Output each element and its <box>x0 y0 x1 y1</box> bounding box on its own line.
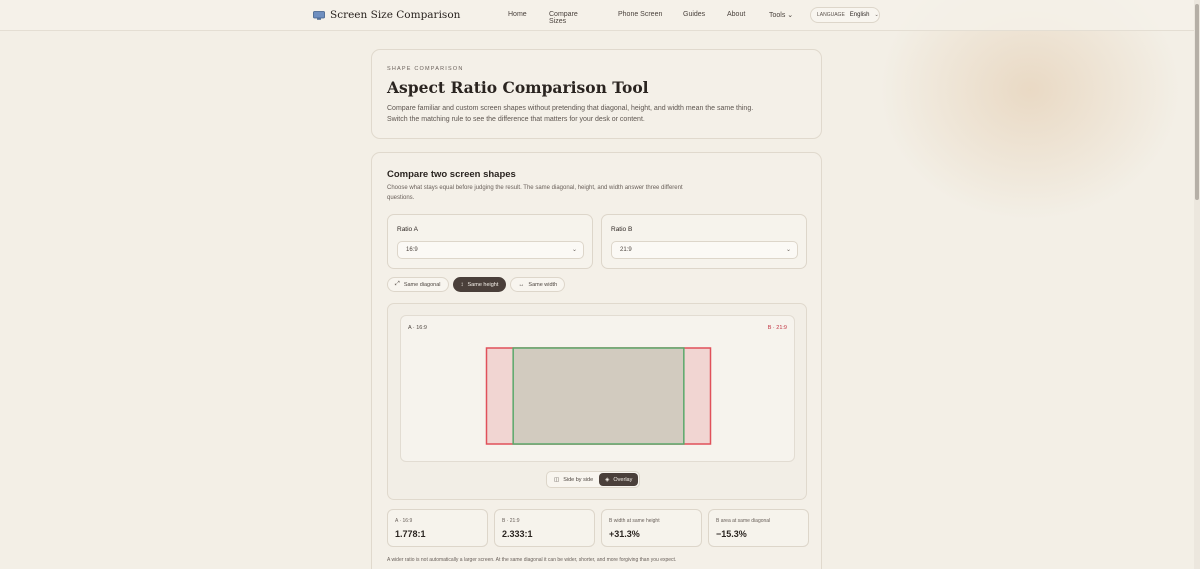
hero-description: Compare familiar and custom screen shape… <box>387 105 754 123</box>
ratio-b-label: Ratio B <box>611 226 633 233</box>
nav-tools[interactable]: Tools ⌄ <box>769 11 793 19</box>
horizontal-arrows-icon: ↔ <box>518 281 525 288</box>
view-label: Side by side <box>563 476 594 483</box>
stat-card: B area at same diagonal −15.3% <box>708 509 809 547</box>
mode-same-width[interactable]: ↔ Same width <box>510 277 566 292</box>
nav-guides[interactable]: Guides <box>683 11 705 18</box>
view-label: Overlay <box>613 476 633 483</box>
tool-card: Compare two screen shapes Choose what st… <box>371 152 822 569</box>
comparison-visual: A · 16:9 B · 21:9 ◫ Side by side ◈ Overl… <box>387 303 807 500</box>
ratio-a-box: Ratio A 16:9 ⌄ <box>387 214 593 269</box>
language-label: LANGUAGE <box>817 12 845 18</box>
ratio-a-select[interactable]: 16:9 ⌄ <box>397 241 584 259</box>
chevron-down-icon: ⌄ <box>571 247 577 253</box>
nav-tools-label: Tools <box>769 12 786 19</box>
nav-phone-screen[interactable]: Phone Screen <box>618 11 662 18</box>
view-overlay[interactable]: ◈ Overlay <box>599 473 639 486</box>
eyebrow: SHAPE COMPARISON <box>387 66 464 72</box>
ratio-a-value: 16:9 <box>406 247 418 253</box>
stats-row: A · 16:9 1.778:1 B · 21:9 2.333:1 B widt… <box>387 509 809 547</box>
footnote: A wider ratio is not automatically a lar… <box>387 557 677 563</box>
stat-value: +31.3% <box>609 529 640 539</box>
layers-icon: ◈ <box>605 476 610 483</box>
chevron-down-icon: ⌄ <box>787 12 794 19</box>
chevron-down-icon: ⌄ <box>785 247 791 253</box>
brand-name: Screen Size Comparison <box>330 9 461 21</box>
mode-label: Same width <box>528 281 558 288</box>
diagonal-arrows-icon: ⤢ <box>395 281 400 287</box>
ratio-b-box: Ratio B 21:9 ⌄ <box>601 214 807 269</box>
view-side-by-side[interactable]: ◫ Side by side <box>548 473 599 486</box>
nav-about[interactable]: About <box>727 11 745 18</box>
monitor-icon <box>313 10 325 20</box>
tool-title: Compare two screen shapes <box>387 169 516 180</box>
chevron-down-icon: ⌄ <box>874 12 879 18</box>
top-header: Screen Size Comparison Home Compare Size… <box>0 0 1194 31</box>
nav-home[interactable]: Home <box>508 11 527 18</box>
stat-label: B · 21:9 <box>502 518 520 524</box>
scrollbar[interactable] <box>1194 0 1200 569</box>
stat-label: A · 16:9 <box>395 518 413 524</box>
mode-label: Same height <box>467 281 499 288</box>
mode-same-height[interactable]: ↕ Same height <box>452 277 507 292</box>
stat-label: B width at same height <box>609 518 660 524</box>
brand[interactable]: Screen Size Comparison <box>313 9 460 21</box>
ratio-a-rect <box>512 347 685 445</box>
ratio-b-value: 21:9 <box>620 247 632 253</box>
view-toggle: ◫ Side by side ◈ Overlay <box>546 471 641 488</box>
page-title: Aspect Ratio Comparison Tool <box>387 78 649 97</box>
background-glow <box>880 0 1180 220</box>
stat-card: B width at same height +31.3% <box>601 509 702 547</box>
scrollbar-thumb[interactable] <box>1195 4 1199 200</box>
columns-icon: ◫ <box>554 476 560 483</box>
hero-card: SHAPE COMPARISON Aspect Ratio Comparison… <box>371 49 822 139</box>
stat-card: A · 16:9 1.778:1 <box>387 509 488 547</box>
ratio-a-label: Ratio A <box>397 226 418 233</box>
mode-same-diagonal[interactable]: ⤢ Same diagonal <box>387 277 449 292</box>
nav-compare-sizes[interactable]: Compare Sizes <box>549 11 578 25</box>
stat-value: 2.333:1 <box>502 529 533 539</box>
vertical-arrows-icon: ↕ <box>460 281 464 288</box>
mode-label: Same diagonal <box>403 281 441 288</box>
language-selector[interactable]: LANGUAGE English ⌄ <box>810 7 880 23</box>
tool-description: Choose what stays equal before judging t… <box>387 185 683 201</box>
comparison-stage: A · 16:9 B · 21:9 <box>400 315 795 462</box>
stat-value: −15.3% <box>716 529 747 539</box>
ratio-b-select[interactable]: 21:9 ⌄ <box>611 241 798 259</box>
stat-card: B · 21:9 2.333:1 <box>494 509 595 547</box>
language-value: English <box>849 12 870 18</box>
stat-value: 1.778:1 <box>395 529 426 539</box>
stat-label: B area at same diagonal <box>716 518 771 524</box>
overlay-drawing <box>485 347 712 445</box>
match-mode-group: ⤢ Same diagonal ↕ Same height ↔ Same wid… <box>387 277 566 292</box>
